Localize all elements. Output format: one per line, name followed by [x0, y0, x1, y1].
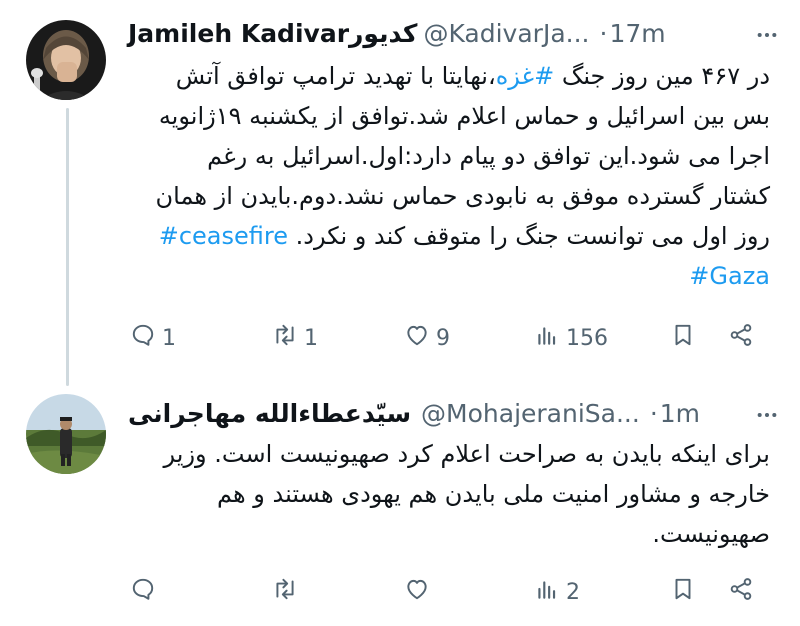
hashtag-link[interactable]: #Gaza — [689, 262, 770, 290]
more-icon[interactable] — [756, 404, 778, 426]
views-count: 2 — [566, 579, 580, 605]
like-button[interactable]: 9 — [404, 318, 450, 358]
hashtag-link[interactable]: #ceasefire — [159, 222, 288, 250]
retweet-count: 1 — [304, 325, 318, 351]
reply-button[interactable] — [130, 572, 162, 612]
tweet-actions: 1 1 9 156 — [130, 318, 770, 358]
like-count: 9 — [436, 325, 450, 351]
tweet-header: Jamileh Kadivarکدیور @KadivarJa... ·17m — [128, 18, 666, 50]
reply-count: 1 — [162, 325, 176, 351]
views-icon — [534, 576, 560, 608]
separator-dot: · — [599, 19, 608, 48]
author-handle[interactable]: @MohajeraniSa... — [421, 399, 640, 428]
text-segment: در ۴۶۷ مین روز جنگ — [554, 62, 770, 90]
bookmark-icon — [670, 322, 696, 354]
like-icon — [404, 576, 430, 608]
views-button[interactable]: 2 — [534, 572, 580, 612]
views-button[interactable]: 156 — [534, 318, 608, 358]
tweet-text: برای اینکه بایدن به صراحت اعلام کرد صهیو… — [163, 440, 770, 548]
retweet-icon — [272, 322, 298, 354]
like-icon — [404, 322, 430, 354]
share-button[interactable] — [728, 572, 754, 612]
tweet-actions: 2 — [130, 572, 770, 612]
tweet-header: سیّدعطاءالله مهاجرانی @MohajeraniSa... ·1m — [128, 398, 700, 430]
timestamp[interactable]: 17m — [609, 19, 665, 48]
share-button[interactable] — [728, 318, 754, 358]
bookmark-button[interactable] — [670, 572, 696, 612]
retweet-button[interactable]: 1 — [272, 318, 318, 358]
views-icon — [534, 322, 560, 354]
tweet-text: در ۴۶۷ مین روز جنگ #غزه،نهایتا با تهدید … — [150, 56, 770, 296]
avatar-mohajerani[interactable] — [26, 394, 106, 474]
views-count: 156 — [566, 325, 608, 351]
author-name[interactable]: Jamileh Kadivarکدیور — [128, 19, 417, 48]
bookmark-icon — [670, 576, 696, 608]
retweet-button[interactable] — [272, 572, 304, 612]
separator-dot: · — [649, 399, 658, 428]
thread-line — [66, 108, 69, 386]
reply-button[interactable]: 1 — [130, 318, 176, 358]
author-name[interactable]: سیّدعطاءالله مهاجرانی — [128, 399, 411, 428]
hashtag-link[interactable]: #غزه — [496, 62, 554, 90]
share-icon — [728, 322, 754, 354]
bookmark-button[interactable] — [670, 318, 696, 358]
author-handle[interactable]: @KadivarJa... — [423, 19, 589, 48]
reply-icon — [130, 322, 156, 354]
reply-icon — [130, 576, 156, 608]
avatar-kadivar[interactable] — [26, 20, 106, 100]
timestamp[interactable]: 1m — [660, 399, 700, 428]
like-button[interactable] — [404, 572, 436, 612]
retweet-icon — [272, 576, 298, 608]
share-icon — [728, 576, 754, 608]
more-icon[interactable] — [756, 24, 778, 46]
